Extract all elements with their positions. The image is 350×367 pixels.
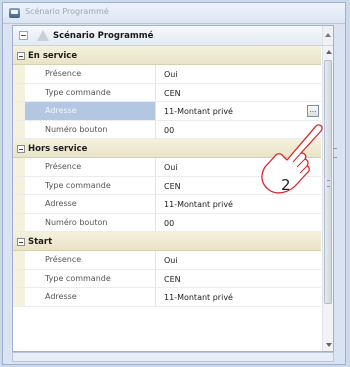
category-start[interactable]: Start [13,232,321,251]
collapse-minus-icon[interactable] [17,52,25,60]
property-name: Présence [13,65,156,83]
property-name: Présence [13,251,156,269]
title-bar[interactable]: Scénario Programmé [3,3,345,24]
property-value[interactable]: 11-Montant privé [157,288,321,306]
app-icon [9,8,20,18]
grip-icon [327,180,330,187]
callout-number: 2 [281,176,291,194]
category-label: En service [28,51,78,61]
row-gutter [13,195,25,213]
property-row[interactable]: Type commande CEN [13,269,321,288]
row-gutter [13,120,25,138]
row-gutter [13,83,25,101]
row-gutter [13,102,25,120]
collapse-minus-icon[interactable] [19,31,28,40]
browse-ellipsis-button[interactable]: ... [307,105,319,117]
property-value[interactable]: CEN [157,270,321,288]
property-name: Numéro bouton [13,213,156,231]
scroll-down-arrow-icon[interactable] [324,340,333,350]
property-name: Adresse [13,102,156,120]
hand-outline [261,124,323,194]
property-name: Type commande [13,269,156,287]
property-row-selected[interactable]: Adresse 11-Montant privé ... [13,102,321,121]
warning-icon [37,30,49,41]
property-name: Présence [13,158,156,176]
property-value[interactable]: Oui [157,251,321,269]
collapse-minus-icon[interactable] [17,145,25,153]
row-gutter [13,65,25,83]
row-gutter [13,251,25,269]
window-title: Scénario Programmé [25,7,109,16]
collapse-minus-icon[interactable] [17,238,25,246]
property-row[interactable]: Adresse 11-Montant privé [13,288,321,307]
property-name: Numéro bouton [13,120,156,138]
description-pane [12,352,334,362]
property-name: Adresse [13,195,156,213]
category-label: Hors service [28,144,88,154]
property-value[interactable]: 11-Montant privé [157,102,321,120]
property-name: Type commande [13,176,156,194]
row-gutter [13,288,25,306]
panel-header: Scénario Programmé [13,26,333,46]
scroll-up-header-icon[interactable] [322,26,333,45]
property-name: Adresse [13,288,156,306]
property-name: Type commande [13,83,156,101]
property-row[interactable]: Numéro bouton 00 [13,213,321,232]
splitter-grip-icon[interactable] [333,148,337,158]
row-gutter [13,213,25,231]
property-row[interactable]: Présence Oui [13,251,321,270]
panel-title: Scénario Programmé [53,31,154,41]
property-value[interactable]: Oui [157,65,321,83]
row-gutter [13,176,25,194]
vertical-scrollbar[interactable] [322,46,333,351]
property-value[interactable]: 00 [157,214,321,232]
property-row[interactable]: Présence Oui [13,65,321,84]
row-gutter [13,158,25,176]
scroll-up-arrow-icon[interactable] [324,47,333,57]
row-gutter [13,269,25,287]
category-en-service[interactable]: En service [13,46,321,65]
property-row[interactable]: Type commande CEN [13,83,321,102]
category-label: Start [28,237,53,247]
scrollbar-thumb[interactable] [324,60,332,304]
property-value[interactable]: CEN [157,84,321,102]
